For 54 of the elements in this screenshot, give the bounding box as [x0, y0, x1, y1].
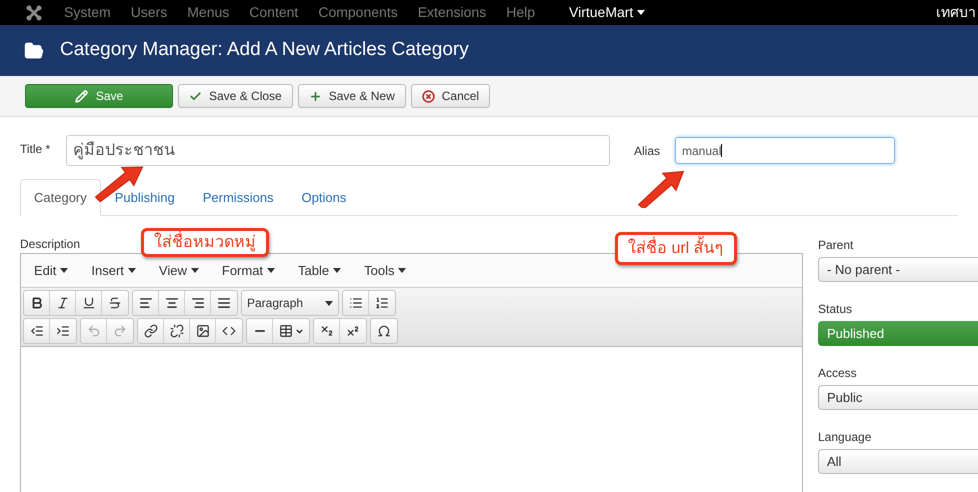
- field-label: Parent: [818, 237, 854, 254]
- editor-menu[interactable]: Table: [298, 260, 342, 280]
- menu-item[interactable]: VirtueMart: [569, 2, 646, 23]
- plus-icon: [308, 90, 322, 102]
- close-icon: [422, 90, 435, 102]
- field-label: Alias: [634, 142, 662, 160]
- field-label: Title *: [20, 140, 52, 158]
- page-title: Category Manager: Add A New Articles Category: [60, 38, 469, 62]
- tab[interactable]: Options: [288, 179, 360, 216]
- logo-icon: [26, 4, 42, 20]
- caret-icon: [60, 268, 68, 273]
- alias-field[interactable]: manual: [675, 137, 895, 164]
- toolbar-button[interactable]: Save & Close: [178, 84, 293, 108]
- select-field[interactable]: - No parent -: [818, 257, 978, 282]
- menu-item[interactable]: Menus: [187, 2, 230, 23]
- format-select[interactable]: Paragraph: [241, 290, 339, 316]
- callout-label: ใส่ชื่อ url สั้นๆ: [615, 232, 737, 265]
- caret-icon: [398, 268, 406, 273]
- field-label: Language: [818, 429, 872, 446]
- caret-icon: [637, 10, 646, 15]
- editor-menu[interactable]: Tools: [364, 260, 406, 280]
- editor-menu[interactable]: View: [158, 260, 199, 280]
- edit-icon: [74, 90, 88, 102]
- select-field[interactable]: Public: [818, 385, 978, 410]
- caret-icon: [128, 268, 136, 273]
- editor-menu[interactable]: Format: [222, 260, 276, 280]
- callout-label: ใส่ชื่อหมวดหมู่: [141, 228, 269, 257]
- field-label: Access: [818, 365, 858, 382]
- check-icon: [189, 90, 202, 102]
- tab[interactable]: Permissions: [188, 179, 288, 216]
- user-menu[interactable]: เทศบา: [936, 2, 978, 23]
- caret-icon: [267, 268, 276, 273]
- description-label: Description: [20, 236, 80, 253]
- editor-menu[interactable]: Insert: [91, 260, 136, 280]
- caret-icon: [325, 300, 333, 306]
- select-field[interactable]: All: [818, 449, 978, 474]
- menu-item[interactable]: Extensions: [418, 2, 486, 23]
- save-button[interactable]: Save: [25, 84, 173, 108]
- menu-item[interactable]: Content: [249, 2, 298, 23]
- menu-item[interactable]: Components: [318, 2, 398, 23]
- tab[interactable]: Category: [20, 179, 101, 216]
- toolbar-button[interactable]: Save & New: [298, 84, 406, 108]
- caret-icon: [333, 268, 342, 273]
- editor-menu[interactable]: Edit: [34, 260, 68, 280]
- folder-icon: [24, 40, 44, 60]
- toolbar-button[interactable]: Cancel: [410, 84, 490, 108]
- title-field[interactable]: คู่มือประชาชน: [66, 135, 610, 166]
- menu-item[interactable]: Users: [130, 2, 168, 23]
- field-label: Status: [818, 301, 854, 318]
- tab[interactable]: Publishing: [100, 179, 189, 216]
- status-select[interactable]: Published: [818, 321, 978, 346]
- caret-icon: [190, 268, 199, 273]
- menu-item[interactable]: Help: [506, 2, 535, 23]
- menu-item[interactable]: System: [64, 2, 111, 23]
